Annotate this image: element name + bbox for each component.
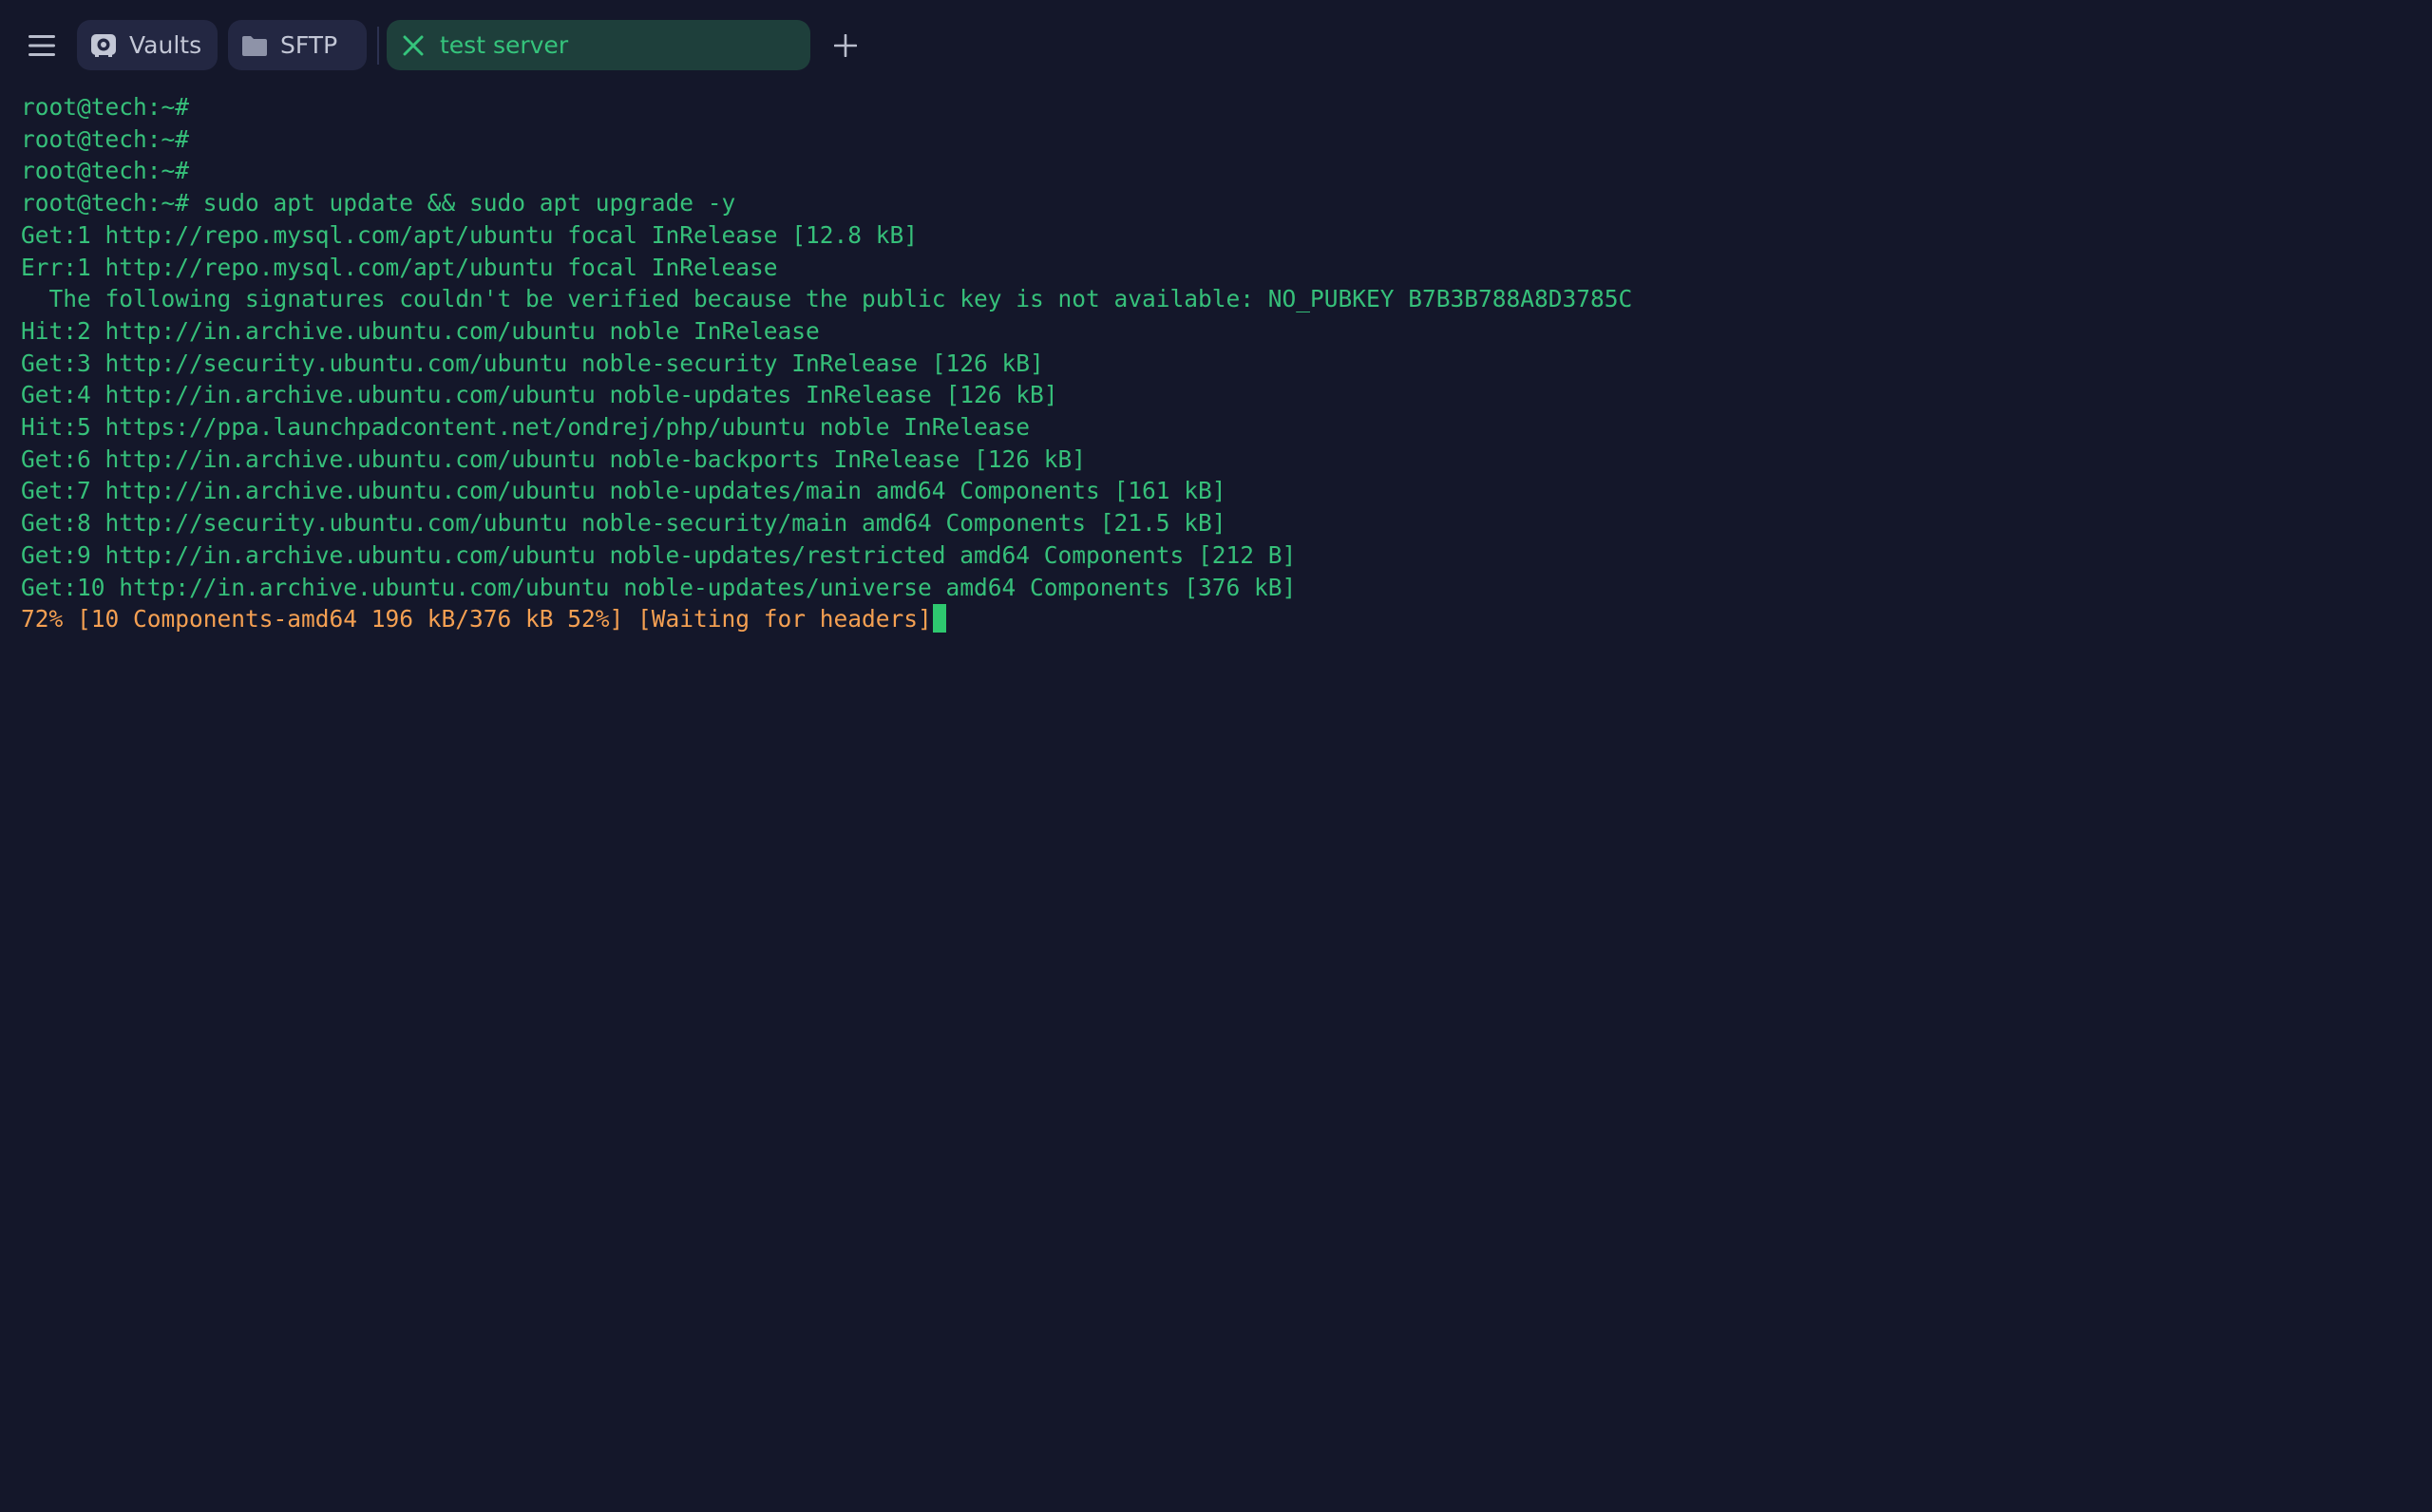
hamburger-menu-icon bbox=[28, 35, 55, 56]
hamburger-menu-button[interactable] bbox=[21, 25, 63, 66]
vault-icon bbox=[89, 31, 118, 60]
terminal-command-line: root@tech:~# sudo apt update && sudo apt… bbox=[21, 189, 736, 217]
terminal-line: Get:3 http://security.ubuntu.com/ubuntu … bbox=[21, 349, 1044, 377]
terminal-line: root@tech:~# bbox=[21, 124, 190, 153]
terminal-line: Get:9 http://in.archive.ubuntu.com/ubunt… bbox=[21, 540, 1297, 569]
terminal-line: Get:1 http://repo.mysql.com/apt/ubuntu f… bbox=[21, 220, 919, 249]
terminal-line: Hit:5 https://ppa.launchpadcontent.net/o… bbox=[21, 413, 1031, 441]
terminal-line: root@tech:~# bbox=[21, 157, 190, 185]
terminal-progress-line: 72% [10 Components-amd64 196 kB/376 kB 5… bbox=[21, 603, 946, 635]
folder-icon bbox=[240, 31, 269, 60]
close-x-icon[interactable] bbox=[400, 32, 427, 59]
terminal-line: Err:1 http://repo.mysql.com/apt/ubuntu f… bbox=[21, 253, 778, 281]
tab-sftp-label: SFTP bbox=[280, 31, 338, 59]
terminal-line: Get:7 http://in.archive.ubuntu.com/ubunt… bbox=[21, 477, 1226, 505]
add-tab-button[interactable] bbox=[826, 25, 864, 66]
tab-vaults[interactable]: Vaults bbox=[77, 20, 218, 70]
terminal-line: Hit:2 http://in.archive.ubuntu.com/ubunt… bbox=[21, 316, 820, 345]
plus-icon bbox=[834, 34, 857, 57]
terminal-line: Get:6 http://in.archive.ubuntu.com/ubunt… bbox=[21, 444, 1087, 473]
tab-bar: Vaults SFTP test server bbox=[0, 0, 2432, 91]
terminal-line: Get:8 http://security.ubuntu.com/ubuntu … bbox=[21, 509, 1226, 538]
tab-divider bbox=[377, 27, 379, 65]
tab-test-server[interactable]: test server bbox=[387, 20, 810, 70]
terminal-line: Get:4 http://in.archive.ubuntu.com/ubunt… bbox=[21, 381, 1058, 409]
tab-sftp[interactable]: SFTP bbox=[228, 20, 367, 70]
terminal-cursor bbox=[932, 604, 946, 633]
terminal-line: root@tech:~# bbox=[21, 93, 190, 121]
tab-test-server-label: test server bbox=[440, 31, 569, 59]
terminal-line: Get:10 http://in.archive.ubuntu.com/ubun… bbox=[21, 573, 1297, 601]
progress-text: 72% [10 Components-amd64 196 kB/376 kB 5… bbox=[21, 605, 932, 633]
terminal-line: The following signatures couldn't be ver… bbox=[21, 285, 1633, 313]
terminal-output[interactable]: root@tech:~# root@tech:~# root@tech:~# r… bbox=[21, 91, 2415, 1497]
tab-vaults-label: Vaults bbox=[129, 31, 202, 59]
